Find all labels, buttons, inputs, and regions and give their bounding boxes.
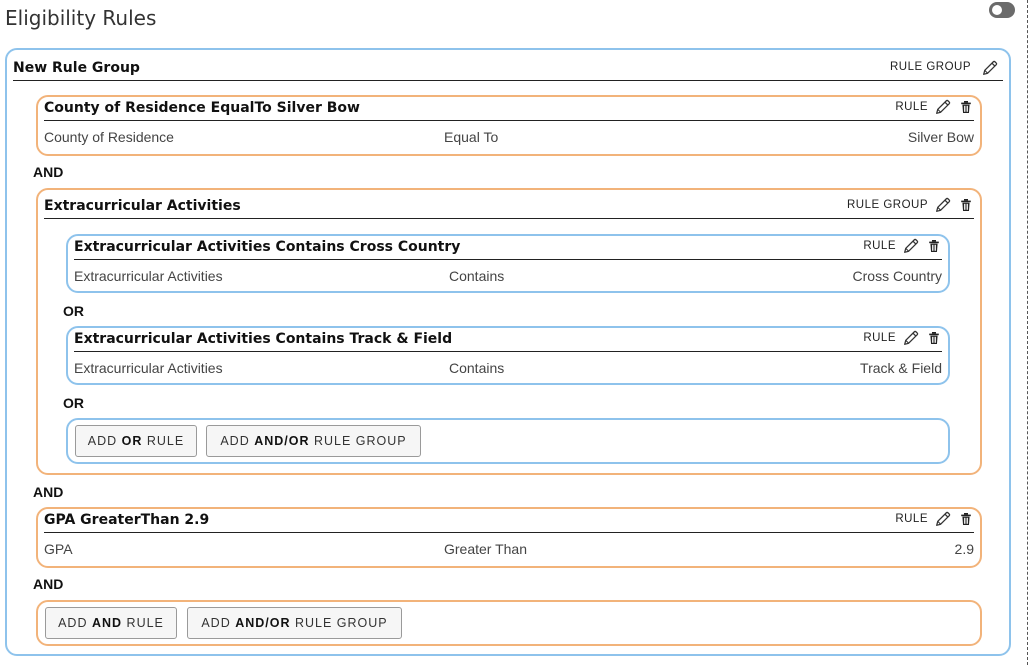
rule-tag: RULE (863, 332, 896, 344)
root-rule-group-tag: RULE GROUP (889, 61, 971, 73)
rule-value: Silver Bow (907, 129, 974, 145)
rule-cross-country: Extracurricular Activities Contains Cros… (66, 234, 950, 293)
pencil-icon[interactable] (934, 510, 952, 528)
rule-title: Extracurricular Activities Contains Trac… (74, 331, 453, 347)
add-or-rule-button[interactable]: ADD OR RULE (75, 425, 197, 457)
group-add-buttons-bar: ADD OR RULE ADD AND/OR RULE GROUP (66, 418, 950, 464)
add-and-or-rule-group-button[interactable]: ADD AND/OR RULE GROUP (187, 607, 402, 639)
panel-divider (1027, 0, 1028, 665)
trash-icon[interactable] (926, 329, 942, 347)
rule-header: GPA GreaterThan 2.9 RULE (44, 509, 974, 533)
toggle-switch[interactable] (989, 2, 1015, 18)
conjunction-label: OR (63, 303, 84, 319)
trash-icon[interactable] (958, 196, 974, 214)
trash-icon[interactable] (958, 98, 974, 116)
rule-county-of-residence: County of Residence EqualTo Silver Bow R… (36, 95, 982, 156)
rule-header: Extracurricular Activities Contains Cros… (74, 236, 942, 260)
eligibility-rules-page: Eligibility Rules New Rule Group RULE GR… (0, 0, 1032, 665)
rule-field: Extracurricular Activities (74, 360, 223, 376)
rule-gpa: GPA GreaterThan 2.9 RULE GPA Greater Tha… (36, 507, 982, 568)
pencil-icon[interactable] (981, 59, 999, 77)
rule-tag: RULE (895, 101, 928, 113)
conjunction-label: AND (33, 164, 64, 180)
rule-group-tag: RULE GROUP (846, 199, 928, 211)
pencil-icon[interactable] (902, 329, 920, 347)
rule-operator: Equal To (444, 129, 499, 145)
rule-tag: RULE (863, 240, 896, 252)
rule-field: GPA (44, 541, 73, 557)
root-rule-group-title: New Rule Group (13, 60, 140, 76)
rule-operator: Greater Than (444, 541, 528, 557)
rule-group-extracurricular: Extracurricular Activities RULE GROUP Ex… (36, 188, 982, 475)
rule-track-and-field: Extracurricular Activities Contains Trac… (66, 326, 950, 385)
rule-field: Extracurricular Activities (74, 268, 223, 284)
add-and-rule-button[interactable]: ADD AND RULE (45, 607, 177, 639)
rule-value: 2.9 (954, 541, 974, 557)
conjunction-label: AND (33, 576, 64, 592)
pencil-icon[interactable] (902, 237, 920, 255)
conjunction-label: OR (63, 395, 84, 411)
rule-title: County of Residence EqualTo Silver Bow (44, 100, 360, 116)
rule-header: County of Residence EqualTo Silver Bow R… (44, 97, 974, 121)
root-rule-group: New Rule Group RULE GROUP County of Resi… (5, 48, 1011, 656)
rule-group-title: Extracurricular Activities (44, 198, 241, 214)
rule-title: Extracurricular Activities Contains Cros… (74, 239, 461, 255)
root-rule-group-header: New Rule Group RULE GROUP (13, 57, 1003, 81)
add-and-or-rule-group-button[interactable]: ADD AND/OR RULE GROUP (206, 425, 421, 457)
rule-value: Cross Country (852, 268, 942, 284)
trash-icon[interactable] (958, 510, 974, 528)
rule-tag: RULE (895, 513, 928, 525)
rule-value: Track & Field (860, 360, 942, 376)
conjunction-label: AND (33, 484, 64, 500)
root-add-buttons-bar: ADD AND RULE ADD AND/OR RULE GROUP (36, 600, 982, 646)
rule-field: County of Residence (44, 129, 174, 145)
rule-operator: Contains (449, 268, 505, 284)
pencil-icon[interactable] (934, 98, 952, 116)
pencil-icon[interactable] (934, 196, 952, 214)
toggle-knob (992, 5, 1002, 15)
page-title: Eligibility Rules (5, 6, 157, 30)
rule-operator: Contains (449, 360, 505, 376)
trash-icon[interactable] (926, 237, 942, 255)
rule-title: GPA GreaterThan 2.9 (44, 512, 210, 528)
rule-group-header: Extracurricular Activities RULE GROUP (44, 195, 974, 219)
rule-header: Extracurricular Activities Contains Trac… (74, 328, 942, 352)
